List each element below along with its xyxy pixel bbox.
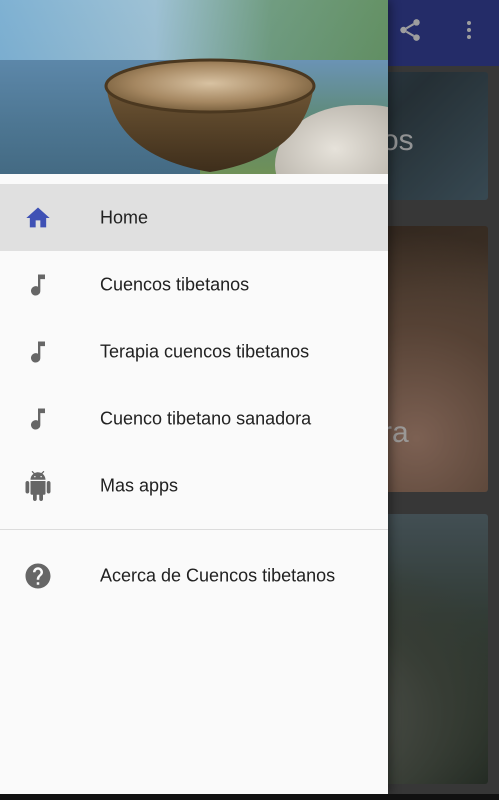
nav-item-label: Cuencos tibetanos xyxy=(100,274,250,294)
menu-divider xyxy=(0,529,388,530)
help-icon xyxy=(22,560,54,592)
nav-item-cuencos-tibetanos[interactable]: Cuencos tibetanos xyxy=(0,251,388,318)
drawer-menu: Home Cuencos tibetanos Terapia cuencos t… xyxy=(0,184,388,609)
nav-item-label: Home xyxy=(100,207,149,227)
screen: os ra Home Cuencos tibetanos Terapia cue… xyxy=(0,0,499,800)
singing-bowl-image xyxy=(104,58,316,172)
nav-item-terapia[interactable]: Terapia cuencos tibetanos xyxy=(0,318,388,385)
nav-item-label: Mas apps xyxy=(100,475,179,495)
nav-item-acerca-de[interactable]: Acerca de Cuencos tibetanos xyxy=(0,542,388,609)
music-note-icon xyxy=(22,336,54,368)
nav-item-label: Acerca de Cuencos tibetanos xyxy=(100,565,336,585)
nav-item-mas-apps[interactable]: Mas apps xyxy=(0,452,388,519)
home-icon xyxy=(22,202,54,234)
nav-item-label: Cuenco tibetano sanadora xyxy=(100,408,312,428)
system-nav-bar xyxy=(0,794,499,800)
android-icon xyxy=(22,470,54,502)
nav-item-sanadora[interactable]: Cuenco tibetano sanadora xyxy=(0,385,388,452)
music-note-icon xyxy=(22,403,54,435)
nav-item-home[interactable]: Home xyxy=(0,184,388,251)
drawer-header-image xyxy=(0,0,388,174)
nav-item-label: Terapia cuencos tibetanos xyxy=(100,341,310,361)
navigation-drawer: Home Cuencos tibetanos Terapia cuencos t… xyxy=(0,0,388,794)
music-note-icon xyxy=(22,269,54,301)
